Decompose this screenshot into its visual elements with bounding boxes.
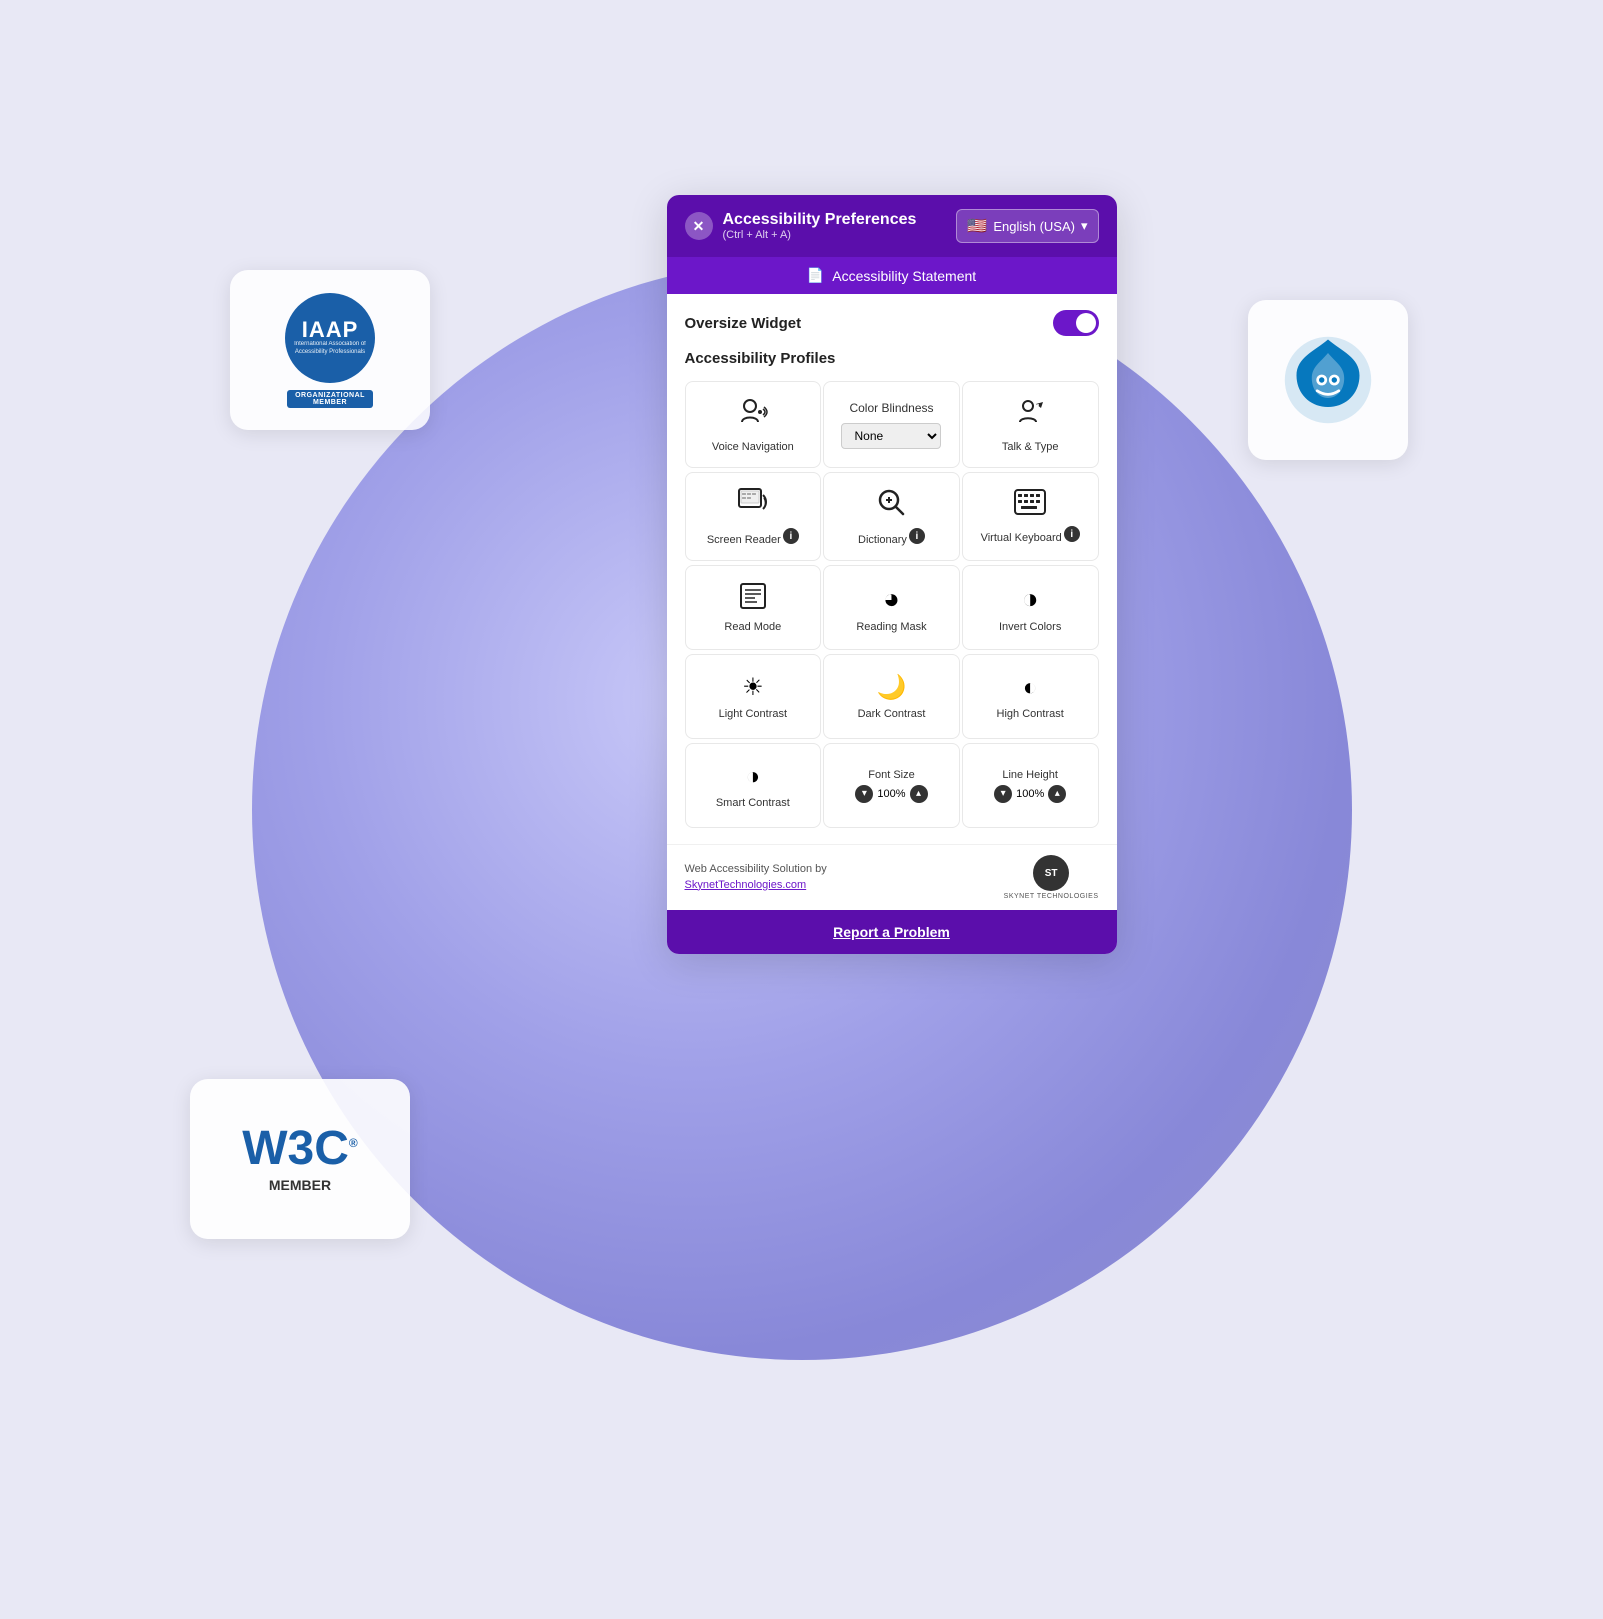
profiles-grid-row3: Read Mode ◕ Reading Mask ◑ Invert Colors (685, 565, 1099, 650)
profiles-grid-row2: Screen Readeri Dictionaryi (685, 472, 1099, 561)
dictionary-label: Dictionaryi (858, 528, 925, 546)
reading-mask-label: Reading Mask (856, 621, 926, 633)
report-problem-button[interactable]: Report a Problem (667, 910, 1117, 954)
widget-panel: ✕ Accessibility Preferences (Ctrl + Alt … (667, 195, 1117, 954)
font-size-down-button[interactable]: ▾ (855, 785, 873, 803)
read-mode-cell[interactable]: Read Mode (685, 565, 822, 650)
talk-and-type-cell[interactable]: Talk & Type (962, 381, 1099, 468)
line-height-value: 100% (1016, 788, 1044, 800)
header-title-main: Accessibility Preferences (723, 211, 917, 229)
widget-body: Oversize Widget Accessibility Profiles (667, 294, 1117, 844)
dictionary-cell[interactable]: Dictionaryi (823, 472, 960, 561)
virtual-keyboard-icon (1014, 489, 1046, 520)
header-shortcut: (Ctrl + Alt + A) (723, 229, 917, 241)
reading-mask-icon: ◕ (883, 583, 900, 615)
smart-contrast-label: Smart Contrast (716, 797, 790, 809)
language-button[interactable]: 🇺🇸 English (USA) ▾ (956, 209, 1098, 243)
high-contrast-cell[interactable]: ◐ High Contrast (962, 654, 1099, 739)
line-height-cell: Line Height ▾ 100% ▴ (962, 743, 1099, 828)
flag-icon: 🇺🇸 (967, 216, 987, 236)
font-size-up-button[interactable]: ▴ (910, 785, 928, 803)
screen-reader-icon (737, 487, 769, 522)
font-size-value: 100% (877, 788, 905, 800)
toggle-knob (1076, 313, 1096, 333)
iaap-subtitle: International Association of Accessibili… (291, 341, 369, 357)
profiles-grid-row4: ☀ Light Contrast 🌙 Dark Contrast ◐ High … (685, 654, 1099, 739)
light-contrast-icon: ☀ (742, 673, 764, 702)
high-contrast-icon: ◐ (1023, 674, 1038, 702)
virtual-keyboard-label: Virtual Keyboardi (981, 526, 1080, 544)
virtual-keyboard-cell[interactable]: Virtual Keyboardi (962, 472, 1099, 561)
iaap-title: IAAP (302, 319, 359, 341)
voice-navigation-icon (737, 396, 769, 435)
invert-colors-cell[interactable]: ◑ Invert Colors (962, 565, 1099, 650)
reading-mask-cell[interactable]: ◕ Reading Mask (823, 565, 960, 650)
font-size-controls: ▾ 100% ▴ (855, 785, 927, 803)
line-height-controls: ▾ 100% ▴ (994, 785, 1066, 803)
invert-colors-icon: ◑ (1022, 583, 1039, 615)
read-mode-icon (739, 582, 767, 615)
w3c-card: W3C® MEMBER (190, 1079, 410, 1239)
talk-type-label: Talk & Type (1002, 441, 1059, 453)
statement-label: Accessibility Statement (832, 268, 976, 284)
footer-logo-text: SKYNET TECHNOLOGIES (1004, 893, 1099, 900)
statement-icon: 📄 (807, 267, 824, 284)
line-height-down-button[interactable]: ▾ (994, 785, 1012, 803)
iaap-badge: IAAP International Association of Access… (285, 293, 375, 408)
screen-reader-cell[interactable]: Screen Readeri (685, 472, 822, 561)
close-button[interactable]: ✕ (685, 212, 713, 240)
header-title-block: Accessibility Preferences (Ctrl + Alt + … (723, 211, 917, 241)
dark-contrast-icon: 🌙 (877, 673, 907, 702)
color-blindness-select[interactable]: None Protanopia Deuteranopia Tritanopia (841, 423, 941, 449)
line-height-up-button[interactable]: ▴ (1048, 785, 1066, 803)
smart-contrast-icon: ◑ (746, 763, 761, 791)
dictionary-icon (876, 487, 906, 522)
iaap-circle: IAAP International Association of Access… (285, 293, 375, 383)
font-size-cell: Font Size ▾ 100% ▴ (823, 743, 960, 828)
invert-colors-label: Invert Colors (999, 621, 1061, 633)
widget-footer: Web Accessibility Solution by SkynetTech… (667, 844, 1117, 910)
dark-contrast-cell[interactable]: 🌙 Dark Contrast (823, 654, 960, 739)
language-label: English (USA) (993, 219, 1075, 234)
footer-link[interactable]: SkynetTechnologies.com (685, 879, 807, 891)
profiles-grid-row5: ◑ Smart Contrast Font Size ▾ 100% ▴ Line… (685, 743, 1099, 828)
w3c-logo: W3C® (242, 1125, 358, 1173)
drupal-card (1248, 300, 1408, 460)
profiles-grid-row1: Voice Navigation Color Blindness None Pr… (685, 381, 1099, 468)
talk-type-icon (1014, 396, 1046, 435)
color-blindness-title: Color Blindness (849, 401, 933, 415)
widget-header: ✕ Accessibility Preferences (Ctrl + Alt … (667, 195, 1117, 257)
footer-logo-circle: ST (1033, 855, 1069, 891)
voice-navigation-cell[interactable]: Voice Navigation (685, 381, 822, 468)
screen-reader-label: Screen Readeri (707, 528, 799, 546)
font-size-title: Font Size (868, 769, 914, 781)
footer-logo: ST SKYNET TECHNOLOGIES (1004, 855, 1099, 900)
oversize-label: Oversize Widget (685, 315, 802, 332)
voice-navigation-label: Voice Navigation (712, 441, 794, 453)
profiles-section-title: Accessibility Profiles (685, 350, 1099, 367)
iaap-card: IAAP International Association of Access… (230, 270, 430, 430)
drupal-icon (1283, 335, 1373, 425)
accessibility-statement-bar[interactable]: 📄 Accessibility Statement (667, 257, 1117, 294)
light-contrast-cell[interactable]: ☀ Light Contrast (685, 654, 822, 739)
footer-text-block: Web Accessibility Solution by SkynetTech… (685, 862, 827, 893)
light-contrast-label: Light Contrast (719, 708, 787, 720)
read-mode-label: Read Mode (724, 621, 781, 633)
page-container: IAAP International Association of Access… (0, 0, 1603, 1619)
line-height-title: Line Height (1002, 769, 1058, 781)
dark-contrast-label: Dark Contrast (858, 708, 926, 720)
footer-text-line1: Web Accessibility Solution by (685, 862, 827, 877)
smart-contrast-cell[interactable]: ◑ Smart Contrast (685, 743, 822, 828)
header-left: ✕ Accessibility Preferences (Ctrl + Alt … (685, 211, 917, 241)
chevron-down-icon: ▾ (1081, 218, 1088, 234)
high-contrast-label: High Contrast (997, 708, 1064, 720)
w3c-member-label: MEMBER (269, 1177, 331, 1193)
iaap-org-label: ORGANIZATIONAL MEMBER (287, 390, 373, 408)
oversize-widget-row: Oversize Widget (685, 310, 1099, 336)
oversize-toggle[interactable] (1053, 310, 1099, 336)
color-blindness-cell: Color Blindness None Protanopia Deuteran… (823, 381, 960, 468)
